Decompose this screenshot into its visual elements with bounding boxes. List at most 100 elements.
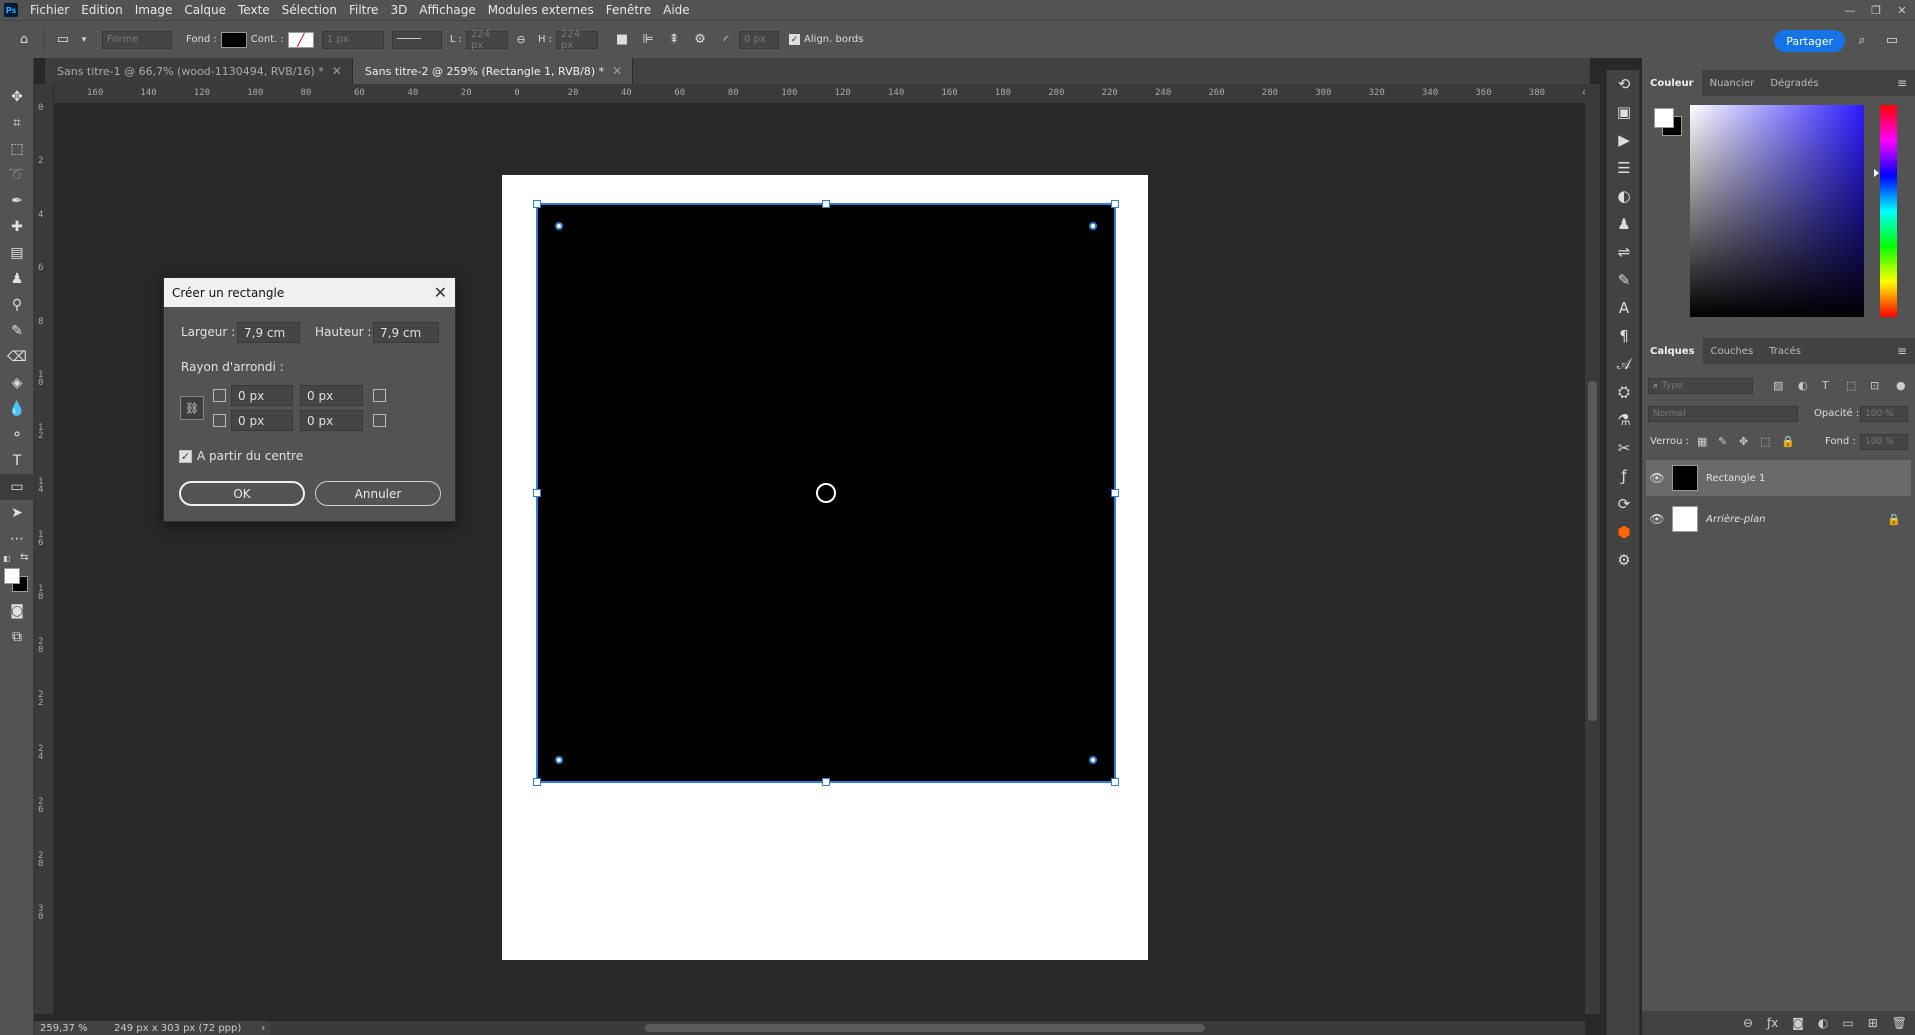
pen-tool-icon[interactable]: ✒ (0, 188, 34, 214)
paint-icon[interactable]: ⛭ (1607, 378, 1641, 406)
adjustment-layer-icon[interactable]: ◐ (1818, 1016, 1828, 1030)
from-center-checkbox[interactable]: ✓ (179, 450, 192, 463)
quick-mask-icon[interactable]: ◙ (0, 598, 34, 624)
layer-row-rectangle-1[interactable]: 👁 Rectangle 1 (1646, 460, 1911, 496)
stamp-tool-icon[interactable]: ♟ (0, 266, 34, 292)
styles-icon[interactable]: ⚗ (1607, 406, 1641, 434)
width-input[interactable]: 7,9 cm (237, 322, 300, 343)
menu-selection[interactable]: Sélection (276, 0, 343, 20)
path-selection-icon[interactable]: ➤ (0, 500, 34, 526)
fill-swatch[interactable] (220, 31, 247, 48)
minimize-icon[interactable]: — (1837, 0, 1863, 20)
rectangle-shape[interactable] (533, 200, 1119, 786)
menu-texte[interactable]: Texte (232, 0, 276, 20)
fill-field[interactable]: 100 % (1860, 434, 1908, 450)
marquee-tool-icon[interactable]: ⬚ (0, 136, 34, 162)
crop-tool-icon[interactable]: ⌗ (0, 110, 34, 136)
lock-all-icon[interactable]: 🔒 (1781, 435, 1795, 448)
transform-handle[interactable] (822, 200, 830, 208)
blur-tool-icon[interactable]: 💧 (0, 396, 34, 422)
menu-filtre[interactable]: Filtre (343, 0, 384, 20)
tab-couches[interactable]: Couches (1703, 338, 1762, 364)
tab-couleur[interactable]: Couleur (1642, 70, 1702, 96)
menu-fenetre[interactable]: Fenêtre (600, 0, 657, 20)
add-mask-icon[interactable]: ◙ (1792, 1016, 1804, 1030)
filter-shape-icon[interactable]: ⬚ (1846, 379, 1856, 392)
adjustments-icon[interactable]: ☰ (1607, 154, 1641, 182)
eye-icon[interactable]: 👁 (1646, 512, 1668, 526)
path-arrangement-icon[interactable]: ⇞ (664, 30, 684, 50)
new-layer-icon[interactable]: ⊞ (1868, 1016, 1878, 1030)
tab-degrades[interactable]: Dégradés (1762, 70, 1826, 96)
transform-handle[interactable] (1111, 200, 1119, 208)
path-alignment-icon[interactable]: ⊫ (638, 30, 658, 50)
transform-handle[interactable] (533, 778, 541, 786)
lock-artboard-icon[interactable]: ⬚ (1760, 435, 1770, 448)
stroke-swatch[interactable]: ╱ (287, 31, 314, 48)
tool-preset-icon[interactable]: ▭ (53, 30, 73, 50)
history-brush-icon[interactable]: ▣ (1607, 98, 1641, 126)
close-icon[interactable]: ✕ (434, 283, 447, 302)
search-icon[interactable]: ⌕ (1852, 30, 1872, 50)
filter-smart-icon[interactable]: ⊡ (1870, 379, 1879, 392)
layer-filter-input[interactable]: ⌕ Type (1648, 378, 1753, 394)
play-icon[interactable]: ▶ (1607, 126, 1641, 154)
transform-handle[interactable] (1111, 778, 1119, 786)
scroll-thumb[interactable] (645, 1024, 1205, 1032)
close-window-icon[interactable]: ✕ (1889, 0, 1915, 20)
history-icon[interactable]: ⟲ (1607, 70, 1641, 98)
chevron-right-icon[interactable]: › (261, 1023, 265, 1034)
tab-traces[interactable]: Tracés (1761, 338, 1809, 364)
width-field[interactable]: 224 px (465, 29, 508, 51)
hue-slider[interactable] (1880, 105, 1897, 317)
menu-calque[interactable]: Calque (178, 0, 232, 20)
color-swatches[interactable]: ◧ ⇆ (0, 552, 33, 598)
horizontal-scrollbar[interactable] (270, 1021, 1585, 1035)
lock-position-icon[interactable]: ✥ (1739, 435, 1748, 448)
cancel-button[interactable]: Annuler (315, 481, 441, 506)
corner-radius-handle[interactable] (555, 756, 563, 764)
fx-icon[interactable]: ƒ (1607, 462, 1641, 490)
blend-mode-select[interactable]: Normal (1648, 406, 1798, 422)
radius-top-left-input[interactable]: 0 px (231, 385, 293, 406)
lock-icon[interactable]: 🔒 (1887, 513, 1901, 526)
rectangle-tool-icon[interactable]: ▭ (0, 474, 34, 500)
ruler-vertical[interactable]: 0 2 4 6 8 1 0 1 2 1 4 1 6 1 8 2 0 2 2 2 4 2 6 2 8 3 0 (34, 84, 54, 1014)
menu-aide[interactable]: Aide (657, 0, 696, 20)
paint-bucket-icon[interactable]: ◈ (0, 370, 34, 396)
more-tools-icon[interactable]: ⋯ (0, 526, 34, 552)
tools-icon[interactable]: ✂ (1607, 434, 1641, 462)
corner-radius-handle[interactable] (1089, 222, 1097, 230)
radius-bottom-left-input[interactable]: 0 px (231, 410, 293, 431)
lock-image-icon[interactable]: ✎ (1718, 435, 1727, 448)
transform-handle[interactable] (822, 778, 830, 786)
opacity-field[interactable]: 100 % (1860, 406, 1908, 422)
filter-pixel-icon[interactable]: ▨ (1773, 379, 1783, 392)
bandage-tool-icon[interactable]: ▤ (0, 240, 34, 266)
transform-handle[interactable] (533, 200, 541, 208)
scroll-thumb[interactable] (1588, 381, 1597, 721)
stamp-icon[interactable]: ♟ (1607, 210, 1641, 238)
layer-name[interactable]: Rectangle 1 (1706, 473, 1765, 484)
trash-icon[interactable]: 🗑 (1892, 1016, 1907, 1030)
healing-brush-icon[interactable]: ✚ (0, 214, 34, 240)
tab-sans-titre-2[interactable]: Sans titre-2 @ 259% (Rectangle 1, RVB/8)… (352, 58, 634, 84)
3d-cube-icon[interactable]: ⬢ (1607, 518, 1641, 546)
close-icon[interactable]: ✕ (332, 64, 342, 78)
vertical-scrollbar[interactable] (1585, 84, 1600, 1014)
radius-top-right-input[interactable]: 0 px (300, 385, 363, 406)
link-radius-icon[interactable]: ⛓ (180, 396, 204, 420)
filter-type-icon[interactable]: T (1822, 379, 1829, 392)
zoom-level[interactable]: 259,37 % (40, 1023, 110, 1034)
eyedropper-tool-icon[interactable]: ⚲ (0, 292, 34, 318)
foreground-color-swatch[interactable] (4, 568, 20, 584)
ok-button[interactable]: OK (179, 481, 305, 506)
stroke-style-select[interactable]: ──── (391, 30, 442, 49)
screen-mode-icon[interactable]: ⧉ (0, 624, 34, 650)
tab-nuancier[interactable]: Nuancier (1702, 70, 1763, 96)
navigator-icon[interactable]: ◐ (1607, 182, 1641, 210)
corner-radius-handle[interactable] (1089, 756, 1097, 764)
shape-mode-select[interactable]: Forme (102, 30, 172, 49)
panel-menu-icon[interactable]: ≡ (1897, 76, 1907, 90)
workspace-icon[interactable]: ▭ (1882, 30, 1902, 50)
